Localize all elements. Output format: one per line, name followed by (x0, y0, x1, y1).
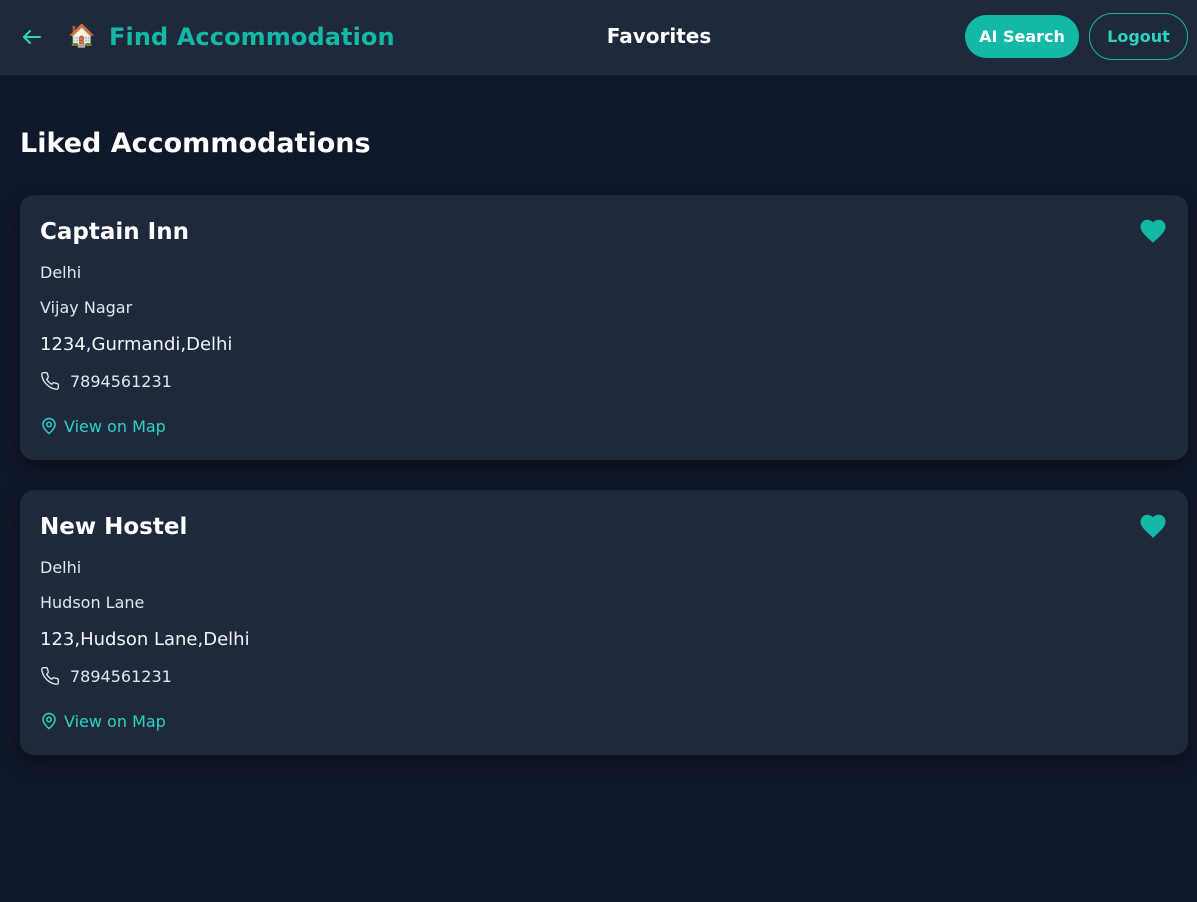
logout-button[interactable]: Logout (1089, 13, 1188, 60)
phone-icon (40, 371, 60, 391)
heart-icon[interactable] (1138, 216, 1168, 246)
accommodation-phone: 7894561231 (40, 371, 172, 391)
brand[interactable]: 🏠 Find Accommodation (68, 22, 395, 52)
brand-title: Find Accommodation (109, 23, 395, 51)
accommodation-name: Captain Inn (40, 219, 189, 245)
accommodation-area: Hudson Lane (40, 593, 145, 612)
top-navbar: 🏠 Find Accommodation Favorites AI Search… (0, 0, 1197, 75)
phone-number: 7894561231 (70, 666, 172, 686)
accommodation-address: 123,Hudson Lane,Delhi (40, 629, 250, 650)
accommodation-card: Captain Inn Delhi Vijay Nagar 1234,Gurma… (20, 195, 1188, 460)
ai-search-button[interactable]: AI Search (965, 15, 1079, 58)
house-icon: 🏠 (68, 24, 96, 49)
phone-number: 7894561231 (70, 371, 172, 391)
accommodation-phone: 7894561231 (40, 666, 172, 686)
heart-icon[interactable] (1138, 511, 1168, 541)
view-on-map-label: View on Map (64, 416, 166, 436)
map-pin-icon (40, 711, 58, 731)
accommodation-card: New Hostel Delhi Hudson Lane 123,Hudson … (20, 490, 1188, 755)
page-title: Favorites (606, 24, 712, 48)
arrow-left-icon[interactable] (20, 25, 44, 49)
accommodation-city: Delhi (40, 558, 82, 577)
view-on-map-link[interactable]: View on Map (40, 416, 166, 436)
view-on-map-label: View on Map (64, 711, 166, 731)
phone-icon (40, 666, 60, 686)
view-on-map-link[interactable]: View on Map (40, 711, 166, 731)
section-heading: Liked Accommodations (20, 128, 371, 159)
accommodation-area: Vijay Nagar (40, 298, 133, 317)
map-pin-icon (40, 416, 58, 436)
accommodation-address: 1234,Gurmandi,Delhi (40, 334, 233, 355)
accommodation-name: New Hostel (40, 514, 188, 540)
accommodation-city: Delhi (40, 263, 82, 282)
